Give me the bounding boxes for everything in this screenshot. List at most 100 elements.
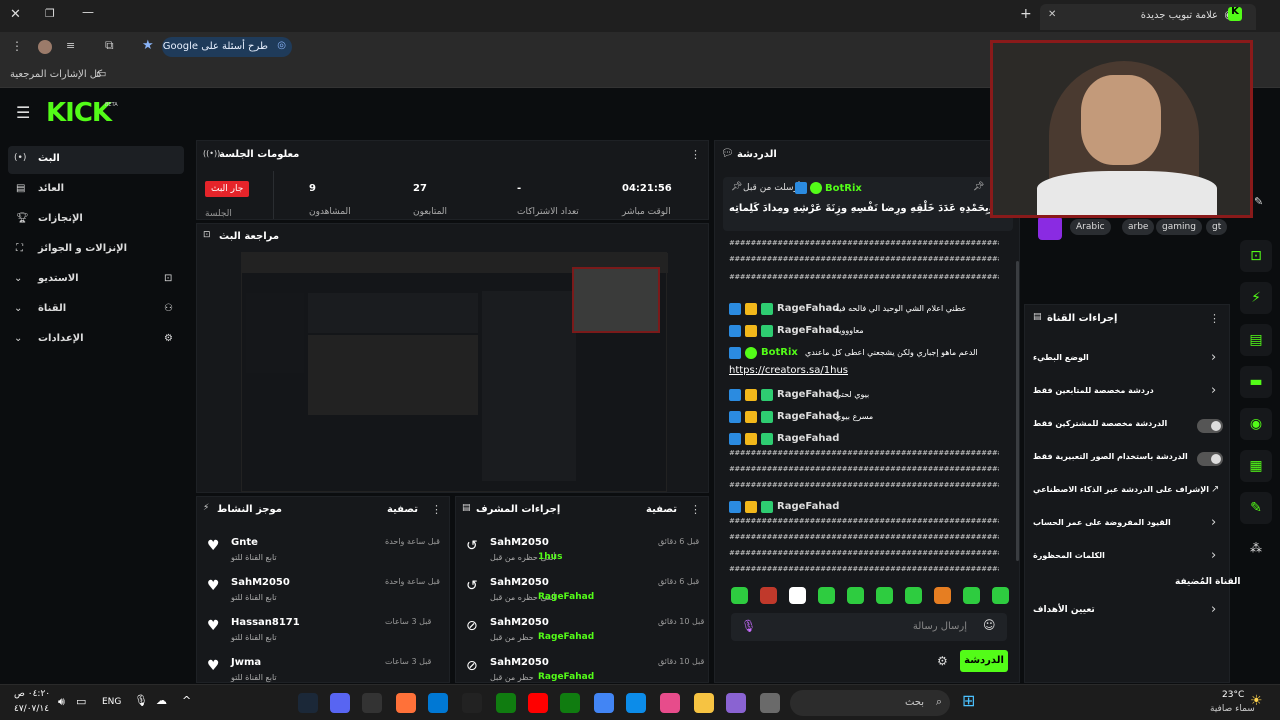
channel-action-row[interactable]: الوضع البطيء › [1031, 347, 1225, 371]
firefox-icon[interactable] [396, 693, 416, 713]
chat-settings-gear-icon[interactable]: ⚙ [937, 655, 948, 667]
chat-message[interactable]: RageFahad معاوووية [729, 323, 1015, 341]
wrench-icon[interactable]: ✎ [1240, 492, 1272, 524]
close-window-icon[interactable]: ✕ [10, 8, 21, 21]
notepad-icon[interactable] [760, 693, 780, 713]
chat-username[interactable]: RageFahad [777, 389, 839, 400]
close-tab-icon[interactable]: ✕ [1048, 10, 1056, 20]
xbox-app-icon[interactable] [560, 693, 580, 713]
chat-message[interactable]: RageFahad مسرع بيوي [729, 409, 1015, 427]
obs-icon[interactable] [362, 693, 382, 713]
stream-tag[interactable]: arbe [1122, 219, 1155, 235]
edge-icon[interactable] [626, 693, 646, 713]
layout-icon[interactable]: ▦ [1240, 450, 1272, 482]
store-icon[interactable] [428, 693, 448, 713]
sidebar-item-revenue[interactable]: ▤ العائد [8, 176, 184, 204]
more-options-icon[interactable]: ⋮ [690, 149, 701, 160]
chevron-up-icon[interactable]: ^ [182, 695, 191, 706]
new-tab-icon[interactable]: + [1020, 7, 1032, 21]
activity-item[interactable]: ♥ Gnte تابع القناة للتو قبل ساعة واحدة [203, 533, 443, 569]
chat-username[interactable]: RageFahad [777, 303, 839, 314]
discord-icon[interactable] [330, 693, 350, 713]
restore-window-icon[interactable]: ❐ [45, 8, 55, 19]
kick-logo[interactable]: KICK [46, 98, 112, 128]
filter-button[interactable]: تصفية [646, 504, 677, 515]
chat-username[interactable]: RageFahad [777, 325, 839, 336]
hamburger-menu-icon[interactable]: ☰ [16, 105, 30, 121]
extensions-icon[interactable]: ⧉ [105, 39, 114, 51]
mod-target-username[interactable]: SahM2050 [490, 537, 549, 548]
emote-icon[interactable] [847, 587, 864, 604]
channel-action-row[interactable]: الدردشة باستخدام الصور التعبيرية فقط [1031, 446, 1225, 470]
toggle-switch[interactable] [1197, 452, 1223, 466]
broadcast-icon[interactable]: ◉ [1240, 408, 1272, 440]
activity-item[interactable]: ♥ SahM2050 تابع القناة للتو قبل ساعة واحدة [203, 573, 443, 609]
minimize-window-icon[interactable]: — [82, 6, 94, 18]
chat-input[interactable]: 🎙︎ إرسال رسالة ☺ [731, 613, 1007, 641]
mod-by-username[interactable]: RageFahad [538, 632, 594, 642]
bookmark-star-icon[interactable]: ★ [142, 39, 154, 52]
mod-target-username[interactable]: SahM2050 [490, 617, 549, 628]
emote-icon[interactable] [992, 587, 1009, 604]
mod-action-item[interactable]: ↺ SahM2050 ألغى حظره من قبل 1hus قبل 6 دقائق [462, 533, 702, 569]
chat-message[interactable]: RageFahad [729, 431, 1015, 449]
taskbar-search[interactable]: بحث ⌕ [790, 690, 950, 716]
weather-icon[interactable]: ☀ [1250, 694, 1263, 708]
pinned-message[interactable]: 📌︎ أرسلت من قبل BotRix 📌︎ ⋮ سُبحانَ الله… [723, 177, 1053, 231]
mod-by-username[interactable]: RageFahad [538, 672, 594, 682]
file-explorer-icon[interactable] [694, 693, 714, 713]
emote-icon[interactable] [731, 587, 748, 604]
channel-action-row[interactable]: الكلمات المحظورة › [1031, 545, 1225, 569]
more-options-icon[interactable]: ⋮ [690, 504, 701, 515]
sidebar-item-achievements[interactable]: 🏆︎ الإنجازات [8, 206, 184, 234]
stream-preview-video[interactable] [241, 252, 668, 492]
windows-start-icon[interactable]: ⊞ [962, 693, 975, 709]
stream-tag[interactable]: gt [1206, 219, 1228, 235]
stream-tag[interactable]: Arabic [1070, 219, 1111, 235]
browser-tab[interactable]: ✕ علامة تبويب جديدة ◉ [1040, 4, 1256, 30]
edit-icon[interactable]: ✎ [1254, 196, 1263, 207]
more-options-icon[interactable]: ⋮ [431, 504, 442, 515]
sidebar-item-channel[interactable]: ⌄ القناة ⚇ [8, 296, 184, 324]
activity-username[interactable]: Gnte [231, 537, 258, 548]
channel-action-row[interactable]: الدردشة مخصصة للمشتركين فقط [1031, 413, 1225, 437]
chat-scrollbar[interactable] [1016, 261, 1019, 561]
emote-icon[interactable] [818, 587, 835, 604]
emote-icon[interactable] [934, 587, 951, 604]
mic-icon[interactable]: 🎙︎ [741, 620, 756, 632]
chat-message[interactable]: BotRix الدعم ماهو إجباري ولكن يشجعني اعطى… [729, 345, 1015, 376]
steam-icon[interactable] [298, 693, 318, 713]
pinned-username[interactable]: BotRix [825, 183, 862, 194]
cast-icon[interactable]: ≡ [66, 40, 75, 51]
chat-bubble-icon[interactable]: ▬ [1240, 366, 1272, 398]
mod-target-username[interactable]: SahM2050 [490, 577, 549, 588]
sidebar-item-broadcast[interactable]: (•) البث [8, 146, 184, 174]
xbox-icon[interactable] [496, 693, 516, 713]
mod-by-username[interactable]: RageFahad [538, 592, 594, 602]
mod-action-item[interactable]: ↺ SahM2050 ألغى حظره من قبل RageFahad قبل 6 … [462, 573, 702, 609]
emote-icon[interactable] [963, 587, 980, 604]
emote-icon[interactable] [876, 587, 893, 604]
profile-avatar[interactable] [38, 40, 52, 54]
chrome-icon[interactable] [594, 693, 614, 713]
copilot-icon[interactable] [726, 693, 746, 713]
lightning-icon[interactable]: ⚡ [1240, 282, 1272, 314]
photos-icon[interactable] [660, 693, 680, 713]
sidebar-item-drops[interactable]: ⛶ الإنزالات و الجوائز [8, 236, 184, 264]
mod-action-item[interactable]: ⊘ SahM2050 حظر من قبل RageFahad قبل 10 دقائق [462, 613, 704, 649]
onedrive-icon[interactable]: ☁ [156, 695, 167, 706]
sidebar-item-studio[interactable]: ⌄ الاستديو ⊡ [8, 266, 184, 294]
all-bookmarks-label[interactable]: كل الإشارات المرجعية [10, 69, 102, 80]
filter-button[interactable]: تصفية [387, 504, 418, 515]
chat-username[interactable]: RageFahad [777, 501, 839, 512]
sidebar-item-settings[interactable]: ⌄ الإعدادات ⚙ [8, 326, 184, 354]
emoji-icon[interactable]: ☺ [983, 619, 996, 631]
emote-icon[interactable] [760, 587, 777, 604]
channel-action-row[interactable]: القيود المفروضة على عمر الحساب › [1031, 512, 1225, 536]
pin-icon[interactable]: 📌︎ [973, 183, 984, 192]
document-icon[interactable]: ▤ [1240, 324, 1272, 356]
camera-icon[interactable]: ⊡ [1240, 240, 1272, 272]
youtube-icon[interactable] [528, 693, 548, 713]
chat-message[interactable]: RageFahad بيوي لحتي [729, 387, 1015, 405]
chat-username[interactable]: RageFahad [777, 433, 839, 444]
